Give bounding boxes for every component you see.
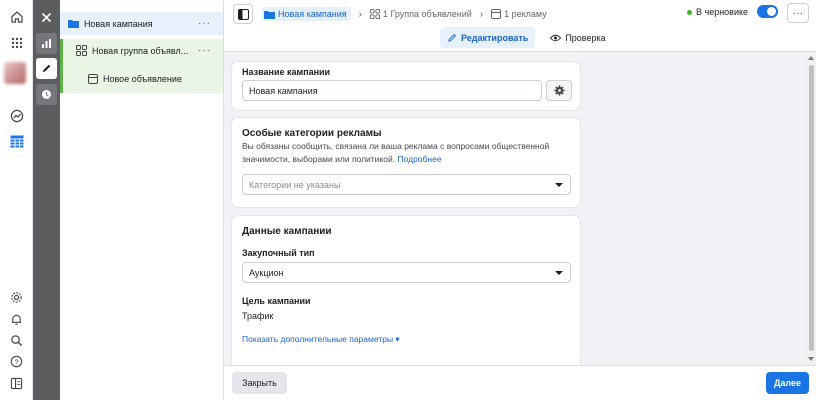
tab-review[interactable]: Проверка	[543, 27, 612, 48]
special-categories-card: Особые категории рекламы Вы обязаны сооб…	[232, 118, 580, 207]
special-categories-title: Особые категории рекламы	[242, 128, 382, 139]
breadcrumb-campaign-label: Новая кампания	[278, 9, 347, 19]
tab-review-label: Проверка	[565, 32, 606, 43]
tree-campaign-label: Новая кампания	[84, 18, 153, 29]
tab-edit[interactable]: Редактировать	[440, 27, 536, 48]
campaign-name-card: Название кампании Новая кампания	[232, 62, 580, 110]
notifications-bell-icon[interactable]	[8, 311, 25, 328]
vertical-scrollbar[interactable]	[807, 52, 816, 365]
scroll-up-icon[interactable]	[808, 56, 814, 60]
breadcrumb-ad[interactable]: 1 рекламу	[491, 9, 547, 19]
buying-type-value: Аукцион	[249, 267, 284, 278]
help-icon[interactable]: ?	[8, 353, 25, 370]
tree-adset-label: Новая группа объявл...	[92, 45, 189, 56]
breadcrumb-adset-label: 1 Группа объявлений	[383, 9, 472, 19]
account-avatar[interactable]	[4, 62, 26, 84]
editor-tool-strip	[33, 0, 60, 400]
chevron-down-icon	[555, 183, 563, 187]
chevron-right-icon: ›	[479, 8, 484, 20]
eye-icon	[550, 34, 562, 41]
tree-campaign-more-icon[interactable]: ···	[198, 18, 211, 29]
chevron-right-icon: ›	[358, 8, 362, 20]
adset-indicator-bar	[60, 39, 63, 93]
toggle-panel-button[interactable]	[233, 4, 253, 24]
more-options-button[interactable]: ···	[787, 3, 809, 23]
next-button[interactable]: Далее	[766, 372, 809, 394]
editor-tabs: Редактировать Проверка	[440, 27, 613, 48]
search-icon[interactable]	[8, 332, 25, 349]
close-editor-icon[interactable]	[36, 7, 57, 28]
editor-scroll-area: Название кампании Новая кампания Особые …	[224, 52, 816, 365]
folder-icon	[264, 10, 275, 19]
campaign-name-label: Название кампании	[242, 67, 331, 77]
tree-item-adset[interactable]: Новая группа объявл... ···	[60, 39, 223, 62]
campaign-name-settings-button[interactable]	[546, 80, 572, 101]
learn-more-link[interactable]: Подробнее	[397, 154, 441, 164]
close-button[interactable]: Закрыть	[232, 372, 287, 394]
editor-footer: Закрыть Далее	[224, 365, 816, 400]
chevron-down-icon	[555, 271, 563, 275]
performance-gauge-icon[interactable]	[8, 107, 25, 124]
draft-status-dot	[687, 9, 692, 15]
draft-status-label: В черновике	[696, 7, 749, 17]
sidebar-panel-icon	[237, 8, 249, 20]
pencil-icon	[448, 33, 457, 42]
draft-status: В черновике	[687, 7, 748, 17]
buying-type-label: Закупочный тип	[242, 248, 315, 258]
svg-text:?: ?	[14, 357, 18, 366]
breadcrumb: Новая кампания › 1 Группа объявлений › 1…	[262, 6, 547, 22]
breadcrumb-adset[interactable]: 1 Группа объявлений	[370, 9, 472, 19]
campaign-name-input[interactable]: Новая кампания	[242, 80, 542, 101]
tree-item-ad[interactable]: Новое объявление	[60, 67, 223, 90]
campaign-name-value: Новая кампания	[249, 85, 318, 96]
ads-manager-window: ? Новая кампания ··· Новая группа объявл…	[0, 0, 816, 400]
buying-type-select[interactable]: Аукцион	[242, 262, 571, 283]
editor-topbar: Новая кампания › 1 Группа объявлений › 1…	[224, 0, 816, 52]
scrollbar-thumb[interactable]	[809, 65, 814, 351]
edit-pencil-icon[interactable]	[36, 58, 57, 79]
special-categories-placeholder: Категории не указаны	[249, 179, 341, 190]
tab-edit-label: Редактировать	[461, 32, 529, 43]
adset-grid-icon	[370, 9, 380, 19]
adset-grid-icon	[76, 45, 87, 56]
tree-item-campaign[interactable]: Новая кампания ···	[60, 12, 223, 35]
tree-ad-label: Новое объявление	[103, 73, 182, 84]
home-icon[interactable]	[8, 8, 25, 25]
chart-view-icon[interactable]	[36, 33, 57, 54]
show-advanced-link[interactable]: Показать дополнительные параметры ▾	[242, 334, 400, 345]
settings-gear-icon[interactable]	[8, 289, 25, 306]
special-categories-select[interactable]: Категории не указаны	[242, 174, 571, 195]
campaign-tree: Новая кампания ··· Новая группа объявл..…	[60, 0, 224, 400]
breadcrumb-campaign[interactable]: Новая кампания	[262, 7, 351, 21]
scroll-down-icon[interactable]	[808, 357, 814, 361]
special-description-text: Вы обязаны сообщить, связана ли ваша рек…	[242, 141, 550, 164]
campaign-details-card: Данные кампании Закупочный тип Аукцион Ц…	[232, 216, 580, 365]
editor-main: Новая кампания › 1 Группа объявлений › 1…	[224, 0, 816, 400]
history-clock-icon[interactable]	[36, 84, 57, 105]
campaign-details-title: Данные кампании	[242, 226, 332, 237]
folder-icon	[68, 20, 79, 28]
apps-grid-icon[interactable]	[8, 34, 25, 51]
breadcrumb-ad-label: 1 рекламу	[504, 9, 547, 19]
gear-icon	[553, 85, 565, 96]
objective-value: Трафик	[242, 311, 274, 321]
tree-adset-more-icon[interactable]: ···	[198, 45, 211, 56]
ad-icon	[491, 9, 502, 19]
ads-manager-table-icon[interactable]	[8, 133, 25, 150]
special-categories-description: Вы обязаны сообщить, связана ли ваша рек…	[242, 140, 564, 166]
report-icon[interactable]	[8, 375, 25, 392]
campaign-on-toggle[interactable]	[757, 5, 778, 18]
nav-rail: ?	[0, 0, 33, 400]
ad-icon	[88, 73, 98, 84]
objective-label: Цель кампании	[242, 296, 311, 306]
